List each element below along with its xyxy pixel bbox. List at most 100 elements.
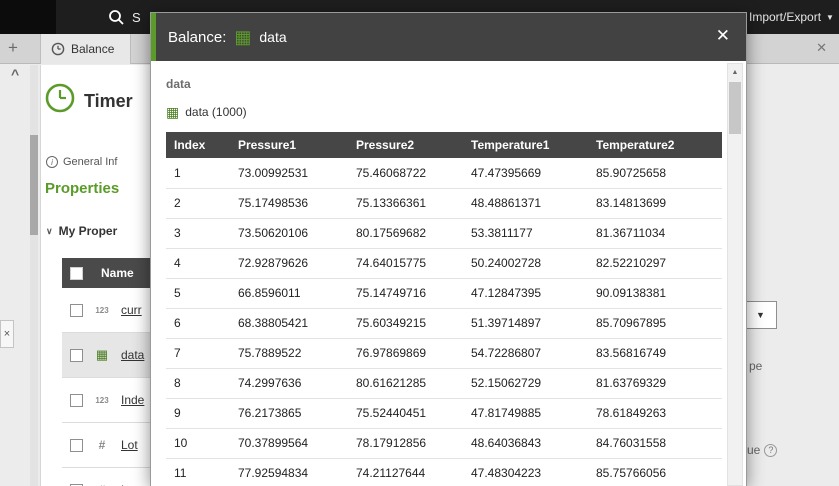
column-header-temperature1: Temperature1: [463, 132, 588, 158]
dialog-scrollbar[interactable]: ▲: [727, 63, 743, 486]
dialog-scrollbar-thumb[interactable]: [729, 82, 741, 134]
cell-pressure1: 73.50620106: [230, 218, 348, 249]
search-icon[interactable]: [108, 9, 125, 26]
row-link[interactable]: Inde: [121, 393, 144, 407]
close-tab-icon[interactable]: ✕: [816, 40, 827, 56]
cell-index: 10: [166, 428, 230, 459]
row-type-icon: 123: [95, 395, 109, 405]
data-table-row: 5 66.8596011 75.14749716 47.12847395 90.…: [166, 278, 722, 309]
cell-temperature2: 90.09138381: [588, 278, 722, 309]
my-properties-toggle[interactable]: ∨ My Proper: [46, 224, 117, 238]
balance-data-dialog: Balance: ▦ data ✕ data ▦ data (1000) Ind…: [150, 12, 747, 486]
row-type-icon: 123: [95, 305, 109, 315]
cell-temperature1: 47.47395669: [463, 158, 588, 189]
data-table-row: 10 70.37899564 78.17912856 48.64036843 8…: [166, 428, 722, 459]
left-scrollbar-thumb[interactable]: [30, 135, 38, 235]
row-checkbox[interactable]: [70, 348, 83, 362]
chevron-down-icon: ▼: [826, 12, 834, 22]
type-dropdown-button[interactable]: ▼: [744, 301, 777, 329]
data-table-header: Index Pressure1 Pressure2 Temperature1 T…: [166, 132, 722, 158]
tab-label: Balance: [71, 42, 115, 56]
my-properties-label: My Proper: [58, 224, 118, 238]
data-table-row: 4 72.92879626 74.64015775 50.24002728 82…: [166, 248, 722, 279]
cell-pressure1: 75.17498536: [230, 188, 348, 219]
select-all-checkbox[interactable]: [70, 266, 83, 280]
dialog-close-icon[interactable]: ✕: [716, 26, 730, 46]
data-table-row: 8 74.2997636 80.61621285 52.15062729 81.…: [166, 368, 722, 399]
cell-temperature1: 50.24002728: [463, 248, 588, 279]
cell-pressure2: 75.46068722: [348, 158, 463, 189]
cell-index: 5: [166, 278, 230, 309]
import-export-label: Import/Export: [749, 10, 822, 24]
new-tab-button[interactable]: +: [8, 38, 18, 58]
cell-index: 9: [166, 398, 230, 429]
dataset-row[interactable]: ▦ data (1000): [166, 105, 247, 119]
cell-temperature1: 53.3811177: [463, 218, 588, 249]
data-table-row: 2 75.17498536 75.13366361 48.48861371 83…: [166, 188, 722, 219]
search-field[interactable]: S: [108, 0, 141, 34]
data-table-row: 6 68.38805421 75.60349215 51.39714897 85…: [166, 308, 722, 339]
panel-collapse-button[interactable]: ×: [0, 320, 14, 348]
cell-pressure1: 72.92879626: [230, 248, 348, 279]
dialog-title-prefix: Balance:: [168, 28, 227, 46]
cell-index: 2: [166, 188, 230, 219]
row-link[interactable]: data: [121, 348, 144, 362]
cell-temperature1: 52.15062729: [463, 368, 588, 399]
cell-pressure2: 75.13366361: [348, 188, 463, 219]
cell-temperature1: 47.81749885: [463, 398, 588, 429]
column-header-pressure1: Pressure1: [230, 132, 348, 158]
name-column-header: Name: [101, 266, 134, 280]
cell-temperature2: 83.56816749: [588, 338, 722, 369]
cell-pressure2: 80.17569682: [348, 218, 463, 249]
help-icon[interactable]: ?: [764, 443, 778, 457]
logo-block: [0, 0, 56, 34]
cell-pressure2: 75.52440451: [348, 398, 463, 429]
cell-pressure1: 74.2997636: [230, 368, 348, 399]
row-link[interactable]: Lot: [121, 438, 138, 452]
row-checkbox[interactable]: [70, 303, 83, 317]
tab-balance[interactable]: Balance: [40, 34, 132, 64]
tab-general-information[interactable]: i General Inf: [46, 156, 117, 168]
value-label-row: ue ?: [747, 443, 778, 457]
data-table-row: 11 77.92594834 74.21127644 47.48304223 8…: [166, 458, 722, 486]
search-text[interactable]: S: [132, 10, 141, 25]
row-checkbox[interactable]: [70, 438, 83, 452]
info-icon: i: [46, 156, 58, 168]
left-scrollbar-track[interactable]: [30, 65, 38, 486]
row-checkbox[interactable]: [70, 393, 83, 407]
dataset-label: data (1000): [185, 105, 247, 119]
row-link[interactable]: curr: [121, 303, 142, 317]
cell-temperature1: 47.12847395: [463, 278, 588, 309]
table-icon: ▦: [166, 104, 180, 120]
cell-pressure1: 76.2173865: [230, 398, 348, 429]
row-type-icon: ▦: [95, 347, 109, 362]
cell-temperature2: 84.76031558: [588, 428, 722, 459]
cell-temperature2: 82.52210297: [588, 248, 722, 279]
cell-pressure1: 77.92594834: [230, 458, 348, 486]
cell-temperature2: 81.36711034: [588, 218, 722, 249]
data-preview-table: Index Pressure1 Pressure2 Temperature1 T…: [166, 132, 722, 486]
properties-heading: Properties: [45, 180, 120, 197]
scroll-up-icon[interactable]: ^: [11, 66, 19, 82]
cell-pressure2: 75.14749716: [348, 278, 463, 309]
clock-icon: [51, 42, 65, 56]
cell-pressure1: 68.38805421: [230, 308, 348, 339]
cell-pressure2: 76.97869869: [348, 338, 463, 369]
cell-temperature1: 54.72286807: [463, 338, 588, 369]
cell-temperature2: 81.63769329: [588, 368, 722, 399]
column-header-index: Index: [166, 132, 230, 158]
chevron-down-icon: ∨: [46, 225, 53, 236]
cell-temperature1: 48.64036843: [463, 428, 588, 459]
data-table-row: 3 73.50620106 80.17569682 53.3811177 81.…: [166, 218, 722, 249]
cell-temperature2: 83.14813699: [588, 188, 722, 219]
cell-index: 1: [166, 158, 230, 189]
import-export-button[interactable]: Import/Export ▼: [749, 0, 834, 34]
cell-index: 4: [166, 248, 230, 279]
cell-temperature1: 51.39714897: [463, 308, 588, 339]
column-header-temperature2: Temperature2: [588, 132, 722, 158]
cell-index: 6: [166, 308, 230, 339]
scroll-up-arrow-icon[interactable]: ▲: [728, 64, 742, 80]
cell-temperature1: 47.48304223: [463, 458, 588, 486]
cell-index: 7: [166, 338, 230, 369]
column-header-pressure2: Pressure2: [348, 132, 463, 158]
